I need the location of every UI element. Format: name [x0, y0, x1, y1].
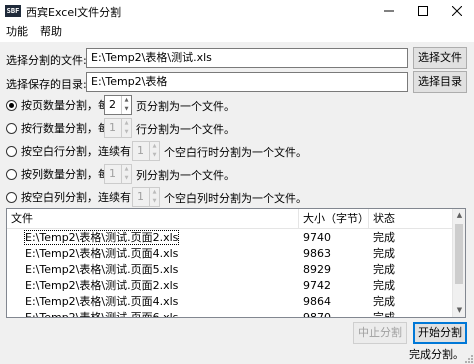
option-by-blank-rows-label: 按空白行分割，连续有 — [21, 145, 131, 158]
cell-status: 完成 — [373, 279, 395, 292]
column-header-file[interactable]: 文件 — [7, 209, 299, 229]
menu-help[interactable]: 帮助 — [34, 22, 68, 42]
app-icon: SBF — [5, 5, 21, 17]
spinner-arrows-icon[interactable]: ▲ ▼ — [149, 142, 159, 160]
spinner-arrows-icon[interactable]: ▲ ▼ — [121, 119, 131, 137]
minimize-button[interactable] — [372, 0, 406, 22]
option-by-blank-rows[interactable]: 按空白行分割，连续有 — [6, 142, 131, 160]
maximize-icon — [418, 6, 428, 16]
resize-grip-icon[interactable] — [465, 355, 473, 363]
menu-bar: 功能 帮助 — [0, 22, 474, 42]
rows-count-spinner[interactable]: 1 ▲ ▼ — [104, 118, 132, 138]
scroll-down-icon[interactable]: ▼ — [453, 304, 465, 317]
radio-by-blank-rows[interactable] — [6, 145, 17, 157]
cell-status: 完成 — [373, 295, 395, 308]
option-by-pages-label: 按页数量分割，每 — [21, 99, 109, 112]
pages-count-value: 2 — [109, 98, 116, 111]
option-by-columns-label: 按列数量分割，每 — [21, 168, 109, 181]
cell-file: E:\Temp2\表格\测试.页面2.xls — [23, 230, 180, 245]
minimize-icon — [384, 10, 394, 12]
file-label: 选择分割的文件: — [6, 54, 87, 67]
title-bar: SBF 西宾Excel文件分割 — [0, 0, 474, 22]
select-dir-button[interactable]: 选择目录 — [413, 71, 467, 93]
blank-columns-spinner[interactable]: 1 ▲ ▼ — [132, 187, 160, 207]
spinner-arrows-icon[interactable]: ▲ ▼ — [121, 165, 131, 183]
stop-split-button[interactable]: 中止分割 — [353, 322, 407, 344]
table-row[interactable]: E:\Temp2\表格\测试.页面6.xls 9870 完成 — [7, 310, 453, 318]
scroll-thumb[interactable] — [455, 224, 463, 284]
cell-status: 完成 — [373, 263, 395, 276]
table-row[interactable]: E:\Temp2\表格\测试.页面4.xls 9863 完成 — [7, 246, 453, 262]
list-header: 文件 大小（字节） 状态 — [7, 209, 453, 229]
option-by-rows[interactable]: 按行数量分割，每 — [6, 119, 109, 137]
option-by-columns[interactable]: 按列数量分割，每 — [6, 165, 109, 183]
dir-label: 选择保存的目录: — [6, 78, 87, 91]
spinner-arrows-icon[interactable]: ▲ ▼ — [149, 188, 159, 206]
status-text: 完成分割。 — [409, 348, 464, 361]
option-by-blank-rows-suffix: 个空白行时分割为一个文件。 — [164, 146, 307, 159]
cell-size: 9870 — [303, 311, 331, 318]
rows-count-value: 1 — [109, 121, 116, 134]
cell-size: 9740 — [303, 231, 331, 244]
cell-status: 完成 — [373, 247, 395, 260]
pages-count-spinner[interactable]: 2 ▲ ▼ — [104, 95, 132, 115]
select-file-button[interactable]: 选择文件 — [413, 47, 467, 69]
cell-file: E:\Temp2\表格\测试.页面4.xls — [25, 295, 179, 308]
blank-rows-value: 1 — [137, 144, 144, 157]
radio-by-rows[interactable] — [6, 122, 17, 134]
option-by-pages-suffix: 页分割为一个文件。 — [136, 100, 235, 113]
spinner-arrows-icon[interactable]: ▲ ▼ — [121, 96, 131, 114]
cell-file: E:\Temp2\表格\测试.页面4.xls — [25, 247, 179, 260]
maximize-button[interactable] — [406, 0, 440, 22]
columns-count-spinner[interactable]: 1 ▲ ▼ — [104, 164, 132, 184]
radio-by-blank-columns[interactable] — [6, 191, 17, 203]
cell-file: E:\Temp2\表格\测试.页面5.xls — [25, 263, 179, 276]
close-button[interactable] — [440, 0, 474, 22]
window-title: 西宾Excel文件分割 — [26, 6, 122, 19]
option-by-columns-suffix: 列分割为一个文件。 — [136, 169, 235, 182]
menu-function[interactable]: 功能 — [0, 22, 34, 42]
list-vertical-scrollbar[interactable]: ▲ ▼ — [452, 209, 465, 317]
file-path-input[interactable]: E:\Temp2\表格\测试.xls — [86, 48, 408, 68]
option-by-rows-suffix: 行分割为一个文件。 — [136, 123, 235, 136]
column-header-size[interactable]: 大小（字节） — [299, 209, 369, 229]
blank-columns-value: 1 — [137, 190, 144, 203]
cell-size: 8929 — [303, 263, 331, 276]
blank-rows-spinner[interactable]: 1 ▲ ▼ — [132, 141, 160, 161]
cell-size: 9863 — [303, 247, 331, 260]
dir-path-input[interactable]: E:\Temp2\表格 — [86, 72, 408, 92]
table-row[interactable]: E:\Temp2\表格\测试.页面4.xls 9864 完成 — [7, 294, 453, 310]
cell-status: 完成 — [373, 311, 395, 318]
radio-by-columns[interactable] — [6, 168, 17, 180]
option-by-blank-columns-suffix: 个空白列时分割为一个文件。 — [164, 192, 307, 205]
close-icon — [452, 6, 462, 16]
columns-count-value: 1 — [109, 167, 116, 180]
column-header-status[interactable]: 状态 — [369, 209, 453, 229]
option-by-blank-columns[interactable]: 按空白列分割，连续有 — [6, 188, 131, 206]
cell-status: 完成 — [373, 231, 395, 244]
cell-file: E:\Temp2\表格\测试.页面6.xls — [25, 311, 179, 318]
table-row[interactable]: E:\Temp2\表格\测试.页面2.xls 9742 完成 — [7, 278, 453, 294]
radio-by-pages[interactable] — [6, 99, 17, 111]
option-by-pages[interactable]: 按页数量分割，每 — [6, 96, 109, 114]
cell-size: 9742 — [303, 279, 331, 292]
results-list[interactable]: 文件 大小（字节） 状态 E:\Temp2\表格\测试.页面2.xls 9740… — [6, 208, 466, 318]
table-row[interactable]: E:\Temp2\表格\测试.页面5.xls 8929 完成 — [7, 262, 453, 278]
start-split-button[interactable]: 开始分割 — [413, 322, 467, 344]
table-row[interactable]: E:\Temp2\表格\测试.页面2.xls 9740 完成 — [7, 230, 453, 246]
option-by-rows-label: 按行数量分割，每 — [21, 122, 109, 135]
cell-file: E:\Temp2\表格\测试.页面2.xls — [25, 279, 179, 292]
scroll-up-icon[interactable]: ▲ — [453, 209, 465, 222]
option-by-blank-columns-label: 按空白列分割，连续有 — [21, 191, 131, 204]
cell-size: 9864 — [303, 295, 331, 308]
